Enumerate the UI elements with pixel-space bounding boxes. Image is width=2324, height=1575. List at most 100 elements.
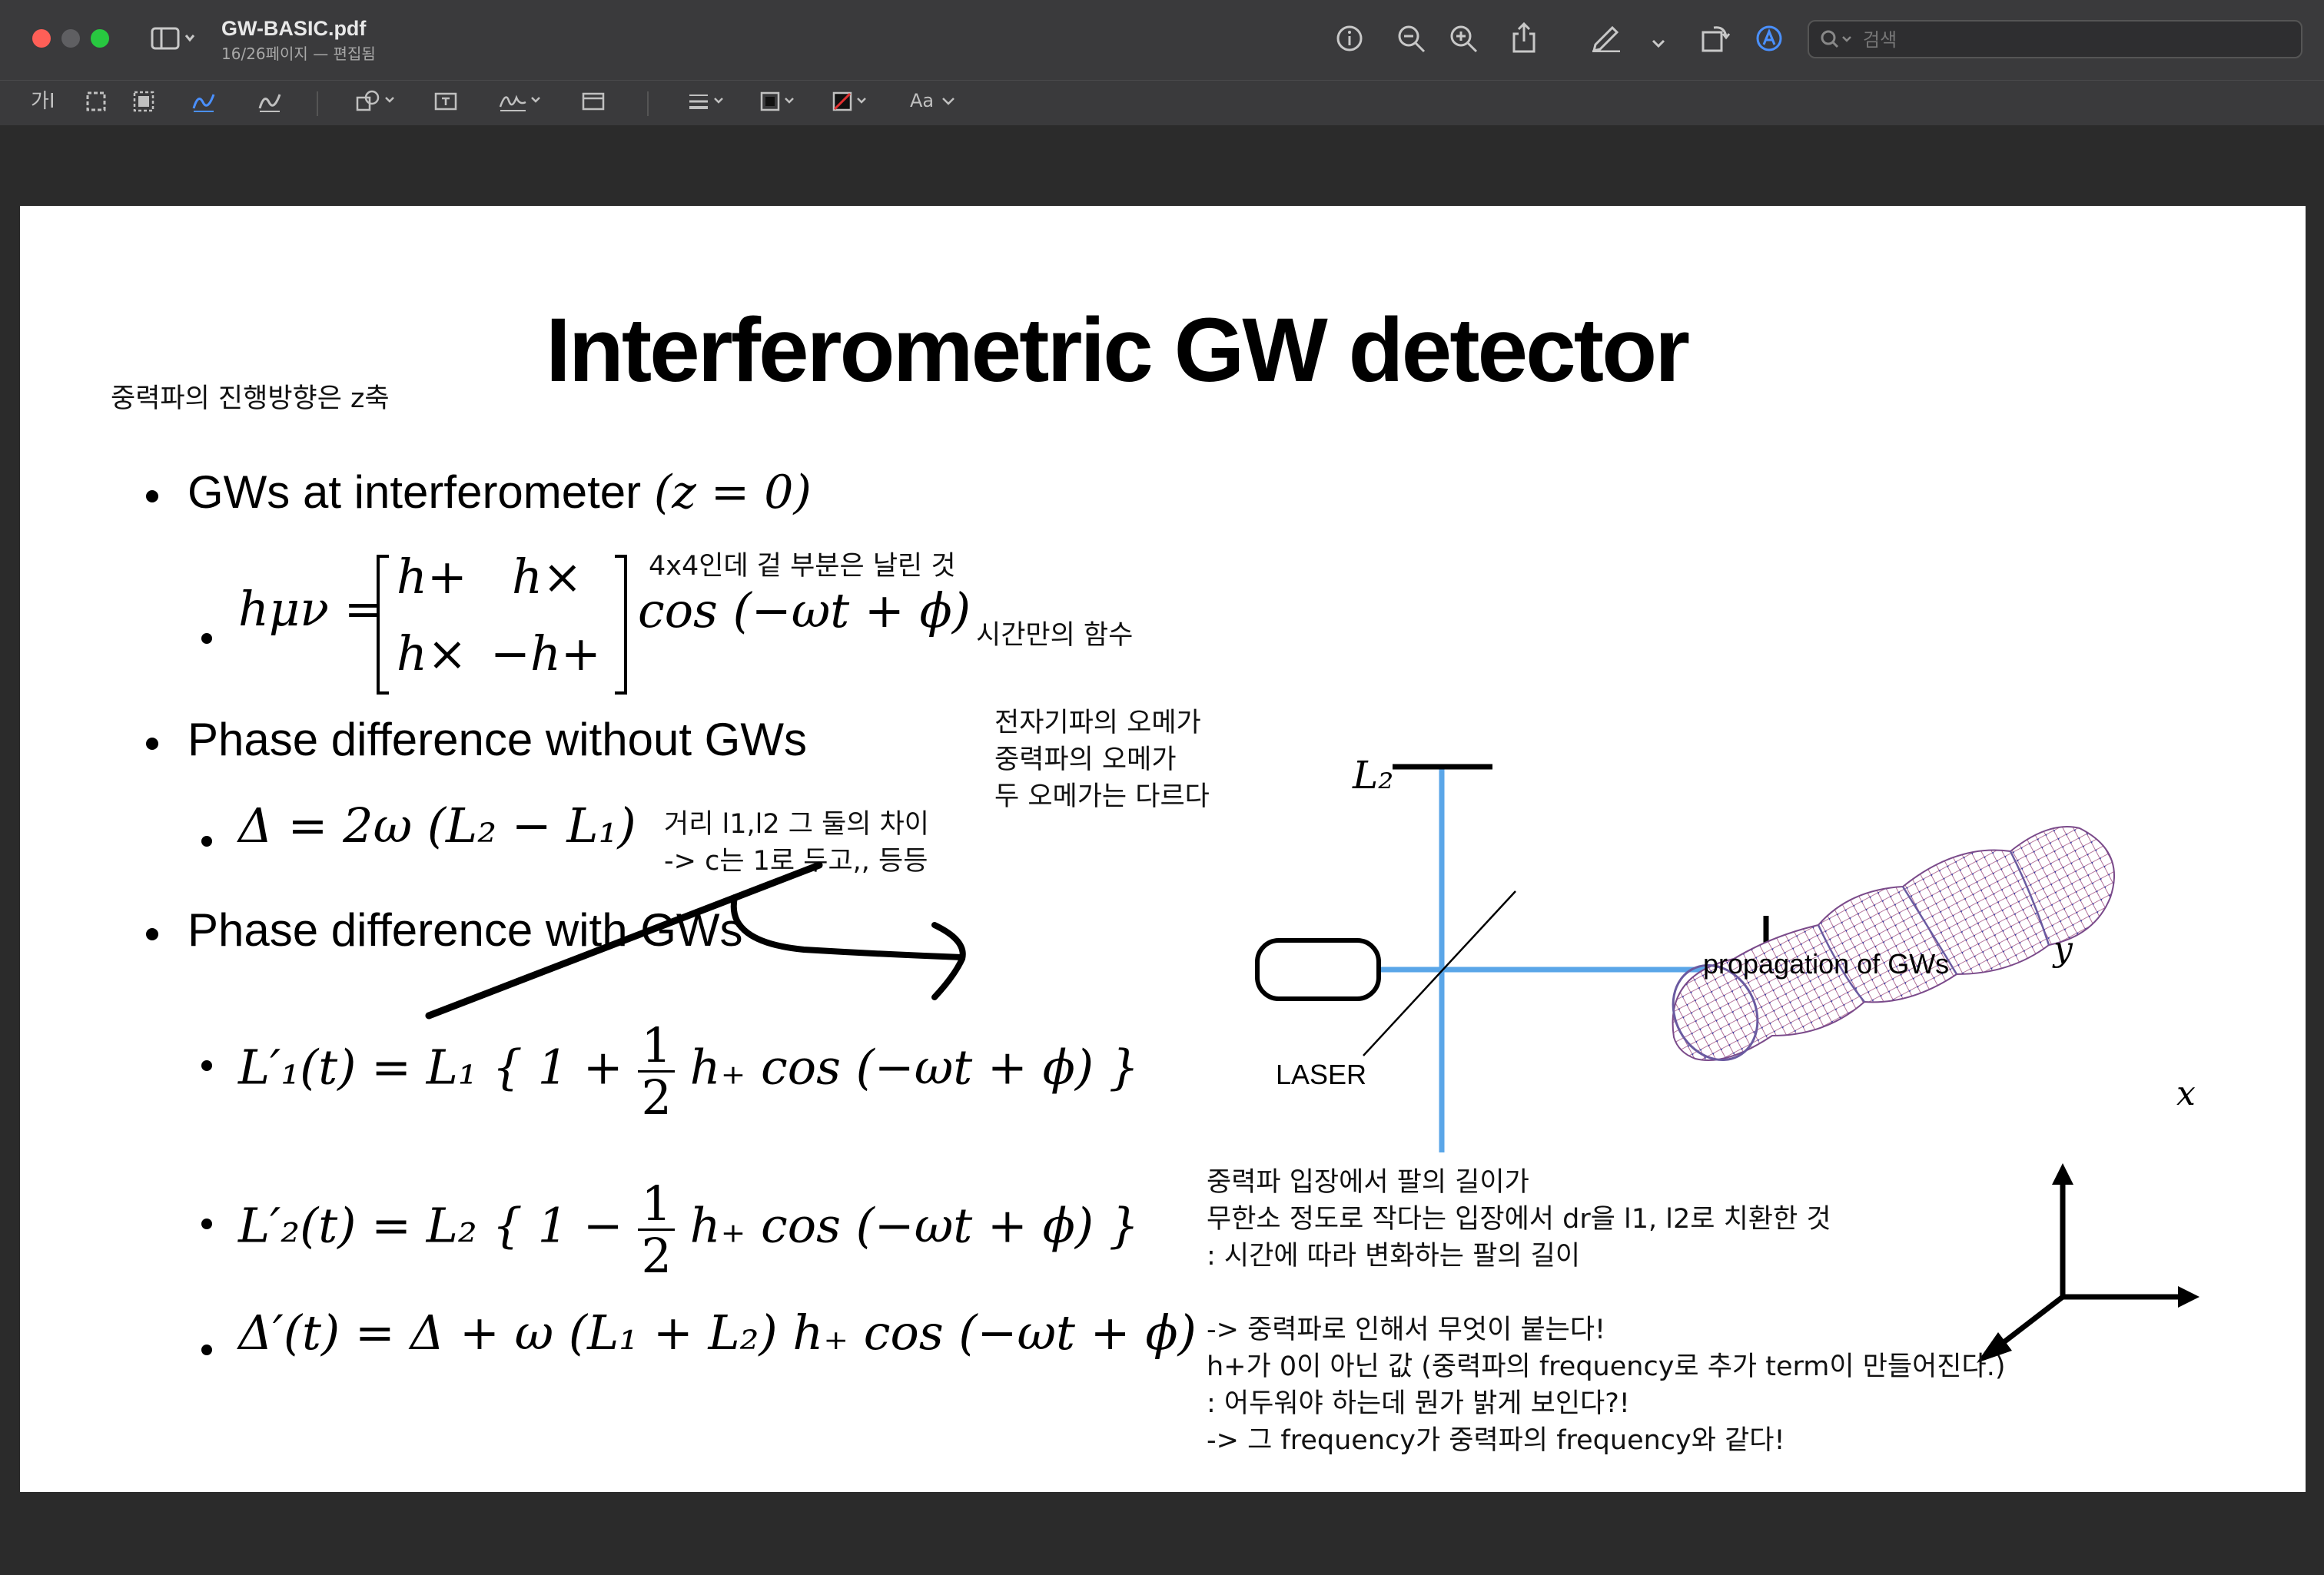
fill-color-button[interactable] (832, 90, 875, 117)
l2-lhs: L′₂(t) = L₂ { 1 − (238, 1197, 623, 1254)
page-layout-button[interactable] (581, 90, 606, 117)
rotate-icon (1702, 26, 1731, 52)
delta-prime-equation: Δ′(t) = Δ + ω (L₁ + L₂) h₊ cos (−ωt + ϕ) (238, 1305, 1197, 1361)
smart-select-icon (133, 91, 154, 112)
text-tool-button[interactable]: 가I (31, 91, 55, 111)
info-button[interactable] (1336, 25, 1363, 57)
annotation-omega-1: 전자기파의 오메가 (994, 708, 1201, 738)
zoom-out-button[interactable] (1397, 25, 1426, 58)
zoom-out-icon (1398, 25, 1426, 53)
signature-icon (499, 94, 540, 111)
highlight-button[interactable] (1591, 23, 1622, 57)
text-box-button[interactable] (433, 90, 458, 117)
zoom-window-button[interactable] (91, 29, 109, 48)
rect-select-icon (86, 91, 106, 111)
annotation-result-1: -> 중력파로 인해서 무엇이 붙는다! (1207, 1315, 1606, 1345)
sign-button[interactable] (498, 90, 546, 117)
sub-bullet-dot (201, 1219, 212, 1229)
laser-label: LASER (1276, 1059, 1367, 1090)
y-axis-arrow (2052, 1163, 2073, 1185)
share-button[interactable] (1511, 22, 1537, 58)
sub-bullet-dot (201, 836, 212, 847)
bullet-dot (146, 738, 158, 750)
minimize-window-button[interactable] (61, 29, 80, 48)
annotation-omega-3: 두 오메가는 다르다 (994, 781, 1210, 812)
annotation-arm-3: : 시간에 따라 변화하는 팔의 길이 (1207, 1241, 1581, 1272)
l1-equation: L′₁(t) = L₁ { 1 + 12 h₊ cos (−ωt + ϕ) } (238, 1020, 1139, 1122)
fraction-numerator: 1 (638, 1179, 675, 1232)
axis-x-label: x (2176, 1074, 2196, 1113)
x-axis-arrow (2178, 1286, 2200, 1308)
shapes-icon (356, 90, 394, 111)
share-icon (1512, 22, 1536, 53)
bullet-dot (146, 490, 158, 502)
rotate-button[interactable] (1700, 23, 1731, 58)
propagation-label: propagation of GWs (1703, 948, 1950, 980)
l1-tail: h₊ cos (−ωt + ϕ) } (689, 1039, 1140, 1096)
annotation-time-only: 시간만의 함수 (976, 620, 1134, 651)
handwritten-strike-and-arrow (425, 861, 966, 1020)
close-window-button[interactable] (32, 29, 51, 48)
document-title: GW-BASIC.pdf (221, 17, 367, 40)
border-color-icon (760, 91, 794, 111)
text-style-label: Aa (910, 90, 935, 111)
fraction-denominator: 2 (641, 1069, 672, 1126)
text-tool-label: 가 (31, 90, 49, 113)
zoom-in-icon (1450, 25, 1478, 53)
search-field[interactable] (1808, 20, 2302, 58)
interferometer-diagram (1255, 764, 2200, 1363)
bullet-text: GWs at interferometer (188, 466, 642, 518)
smart-select-button[interactable] (132, 90, 155, 117)
document-subtitle: 16/26페이지 — 편집됨 (221, 45, 376, 63)
highlight-menu-button[interactable] (1651, 31, 1666, 54)
slide-title: Interferometric GW detector (546, 300, 1690, 401)
annotation-matrix: 4x4인데 겉 부분은 날린 것 (649, 551, 956, 582)
annotation-omega-2: 중력파의 오메가 (994, 744, 1177, 775)
text-box-icon (434, 92, 457, 111)
sidebar-toggle-button[interactable] (151, 26, 197, 55)
line-style-icon (689, 94, 723, 109)
z-axis-line (2000, 1295, 2065, 1345)
sketch-icon (192, 94, 215, 112)
markup-button[interactable] (1755, 25, 1783, 57)
half-fraction: 12 (638, 1179, 675, 1285)
rect-select-button[interactable] (85, 90, 108, 117)
shapes-button[interactable] (355, 90, 400, 117)
info-icon (1336, 25, 1363, 51)
bullet-math: (z = 0) (653, 466, 812, 519)
sub-bullet-dot (201, 1345, 212, 1355)
l1-lhs: L′₁(t) = L₁ { 1 + (238, 1039, 623, 1096)
window-titlebar: GW-BASIC.pdf 16/26페이지 — 편집됨 (0, 0, 2324, 80)
half-fraction: 12 (638, 1020, 675, 1126)
pen-icon (1592, 25, 1620, 53)
annotation-result-4: -> 그 frequency가 중력파의 frequency와 같다! (1207, 1425, 1785, 1456)
l2-label: L₂ (1353, 753, 1394, 797)
toolbar-divider (647, 91, 649, 116)
bullet-phase-with: Phase difference with GWs (188, 904, 743, 956)
line-style-button[interactable] (687, 90, 730, 117)
markup-toolbar: 가I Aa (0, 80, 2324, 125)
search-icon (1821, 30, 1851, 48)
annotation-arm-2: 무한소 정도로 작다는 입장에서 dr을 l1, l2로 치환한 것 (1207, 1204, 1831, 1235)
l2-equation: L′₂(t) = L₂ { 1 − 12 h₊ cos (−ωt + ϕ) } (238, 1179, 1139, 1281)
text-style-button[interactable]: Aa (910, 91, 957, 110)
metric-lhs: hμν = (238, 581, 384, 637)
chevron-down-icon (1652, 39, 1665, 48)
metric-cos: cos (−ωt + ϕ) (638, 582, 971, 638)
annotation-result-3: : 어두워야 하는데 뭔가 밝게 보인다?! (1207, 1388, 1630, 1419)
toolbar-divider (317, 91, 318, 116)
zoom-in-button[interactable] (1449, 25, 1479, 58)
chevron-down-icon (941, 98, 954, 105)
fraction-numerator: 1 (638, 1020, 675, 1073)
matrix-h11: h+ (397, 549, 467, 605)
fill-color-icon (832, 91, 866, 111)
draw-button[interactable] (257, 90, 283, 117)
pdf-page: Interferometric GW detector 중력파의 진행방향은 z… (20, 206, 2306, 1492)
window-icon (582, 92, 605, 111)
annotation-result-2: h+가 0이 아닌 값 (중력파의 frequency로 추가 term이 만들… (1207, 1351, 2006, 1382)
border-color-button[interactable] (759, 90, 802, 117)
sidebar-icon (151, 27, 195, 50)
fraction-denominator: 2 (641, 1228, 672, 1285)
sketch-button[interactable] (191, 90, 217, 117)
search-input[interactable] (1861, 28, 2295, 52)
